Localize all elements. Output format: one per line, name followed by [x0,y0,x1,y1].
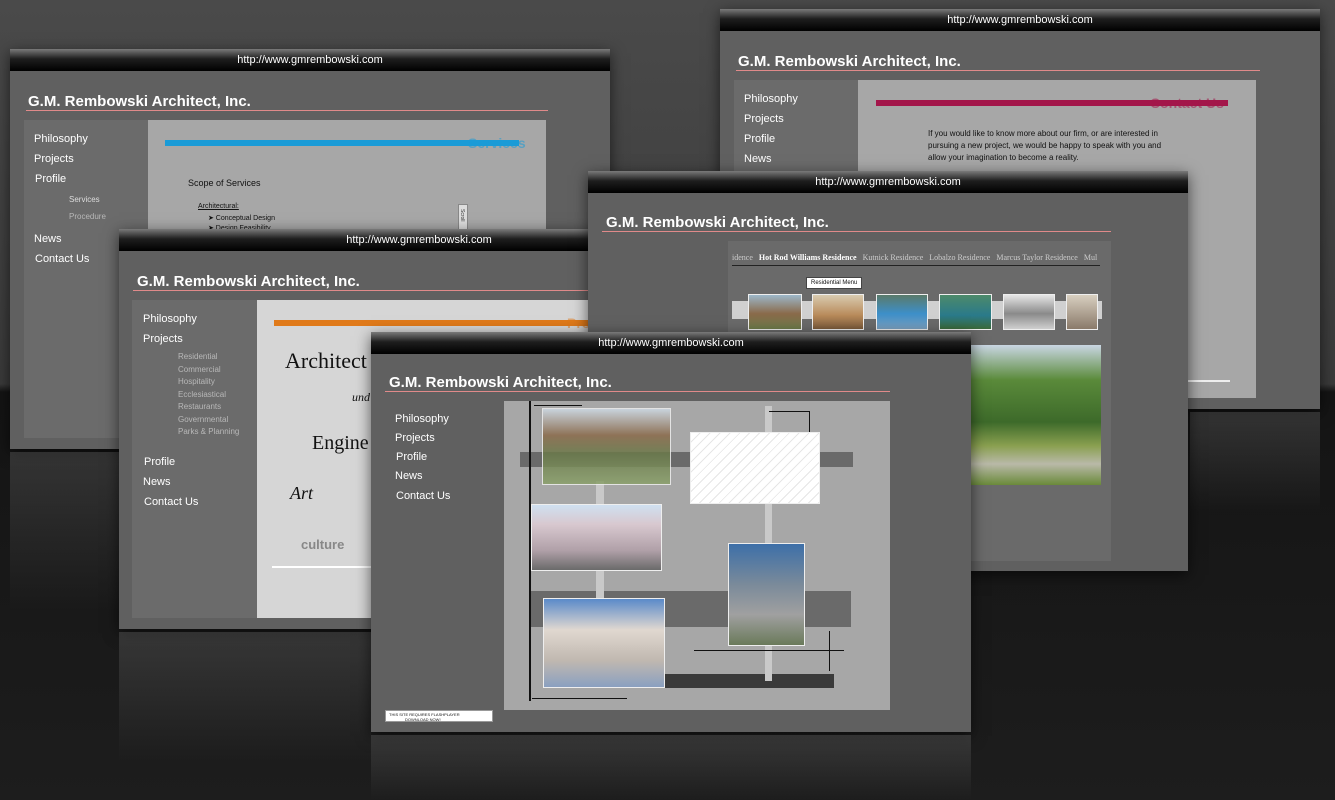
sidebar-nav: Philosophy Projects Profile News Contact… [384,401,504,710]
service-item-1: ➤ Conceptual Design [208,215,275,222]
menu-item[interactable]: idence [732,253,753,262]
nav-philosophy[interactable]: Philosophy [395,413,449,425]
collage-line-3 [769,411,809,412]
scroll-label: Scroll [459,209,465,222]
title-rule [26,110,548,111]
menu-item[interactable]: Mul [1084,253,1097,262]
photo-office [728,543,805,646]
word-architect: Architect [285,348,367,373]
reflection-e [371,735,971,800]
nav-sub-restaurants[interactable]: Restaurants [178,402,221,411]
contact-line-1: If you would like to know more about our… [928,129,1158,138]
nav-contact[interactable]: Contact Us [144,496,198,508]
nav-projects[interactable]: Projects [34,153,74,165]
photo-hotel [531,504,662,571]
home-collage [504,401,890,710]
scroll-button[interactable]: Scroll [458,204,468,230]
nav-sub-residential[interactable]: Residential [178,352,218,361]
scope-title: Scope of Services [188,178,261,188]
tooltip: Residential Menu [806,277,863,289]
services-heading-bar [165,140,519,146]
residence-photo [968,345,1101,485]
collage-line-2 [534,405,582,406]
residential-menu: idence Hot Rod Williams Residence Kutnic… [732,253,1100,266]
nav-news[interactable]: News [395,470,423,482]
nav-philosophy[interactable]: Philosophy [34,133,88,145]
nav-sub-ecclesiastical[interactable]: Ecclesiastical [178,390,226,399]
sidebar-nav: Philosophy Projects Residential Commerci… [132,300,257,618]
nav-sub-services[interactable]: Services [69,195,100,204]
architectural-label: Architectural: [198,203,239,210]
flash-badge-line-2: DOWNLOAD NOW! [405,717,441,722]
nav-philosophy[interactable]: Philosophy [744,93,798,105]
nav-projects[interactable]: Projects [395,432,435,444]
nav-news[interactable]: News [143,476,171,488]
contact-line-3: allow your imagination to become a reali… [928,153,1079,162]
address-bar: http://www.gmrembowski.com [10,49,610,71]
nav-projects[interactable]: Projects [744,113,784,125]
nav-projects[interactable]: Projects [143,333,183,345]
word-culture: culture [301,537,345,552]
nav-philosophy[interactable]: Philosophy [143,313,197,325]
site-title: G.M. Rembowski Architect, Inc. [389,374,612,391]
thumbnail-5[interactable] [1003,294,1055,330]
thumbnail-6[interactable] [1066,294,1098,330]
address-bar: http://www.gmrembowski.com [588,171,1188,193]
address-bar: http://www.gmrembowski.com [371,332,971,354]
projects-underline [272,566,372,568]
address-bar: http://www.gmrembowski.com [720,9,1320,31]
menu-item[interactable]: Marcus Taylor Residence [996,253,1078,262]
site-title: G.M. Rembowski Architect, Inc. [606,214,829,231]
contact-heading: Contact Us [1150,95,1224,111]
photo-pavilion [542,408,671,485]
window-home: http://www.gmrembowski.com G.M. Rembowsk… [371,332,971,732]
thumbnail-1[interactable] [748,294,802,330]
nav-news[interactable]: News [744,153,772,165]
thumbnail-2[interactable] [812,294,864,330]
services-heading: Services [468,135,526,151]
site-title: G.M. Rembowski Architect, Inc. [738,53,961,70]
title-rule [133,290,657,291]
menu-item-active[interactable]: Hot Rod Williams Residence [759,253,857,262]
reflection-c [119,632,371,762]
menu-item[interactable]: Kutnick Residence [863,253,924,262]
title-rule [385,391,890,392]
nav-sub-procedure[interactable]: Procedure [69,212,106,221]
thumbnail-4[interactable] [939,294,992,330]
photo-sketch [690,432,820,504]
menu-item[interactable]: Lobalzo Residence [929,253,990,262]
nav-sub-parks[interactable]: Parks & Planning [178,427,239,436]
collage-line-7 [532,698,627,699]
title-rule [602,231,1111,232]
flash-badge[interactable]: THIS SITE REQUIRES FLASHPLAYER DOWNLOAD … [385,710,493,722]
site-title: G.M. Rembowski Architect, Inc. [28,93,251,110]
nav-sub-hospitality[interactable]: Hospitality [178,377,215,386]
word-art: Art [290,483,314,503]
nav-news[interactable]: News [34,233,62,245]
site-title: G.M. Rembowski Architect, Inc. [137,273,360,290]
collage-band-3 [664,674,834,688]
nav-contact[interactable]: Contact Us [35,253,89,265]
nav-profile[interactable]: Profile [144,456,175,468]
nav-sub-governmental[interactable]: Governmental [178,415,228,424]
photo-rendering [543,598,665,688]
contact-line-2: pursuing a new project, we would be happ… [928,141,1162,150]
nav-profile[interactable]: Profile [396,451,427,463]
nav-profile[interactable]: Profile [35,173,66,185]
collage-line-5 [694,650,844,651]
nav-profile[interactable]: Profile [744,133,775,145]
nav-sub-commercial[interactable]: Commercial [178,365,221,374]
collage-line-6 [829,631,830,671]
nav-contact[interactable]: Contact Us [396,490,450,502]
reflection-b [1190,412,1320,512]
thumbnail-3[interactable] [876,294,928,330]
word-engine: Engine [312,432,369,454]
title-rule [736,70,1260,71]
word-und: und [352,390,370,404]
